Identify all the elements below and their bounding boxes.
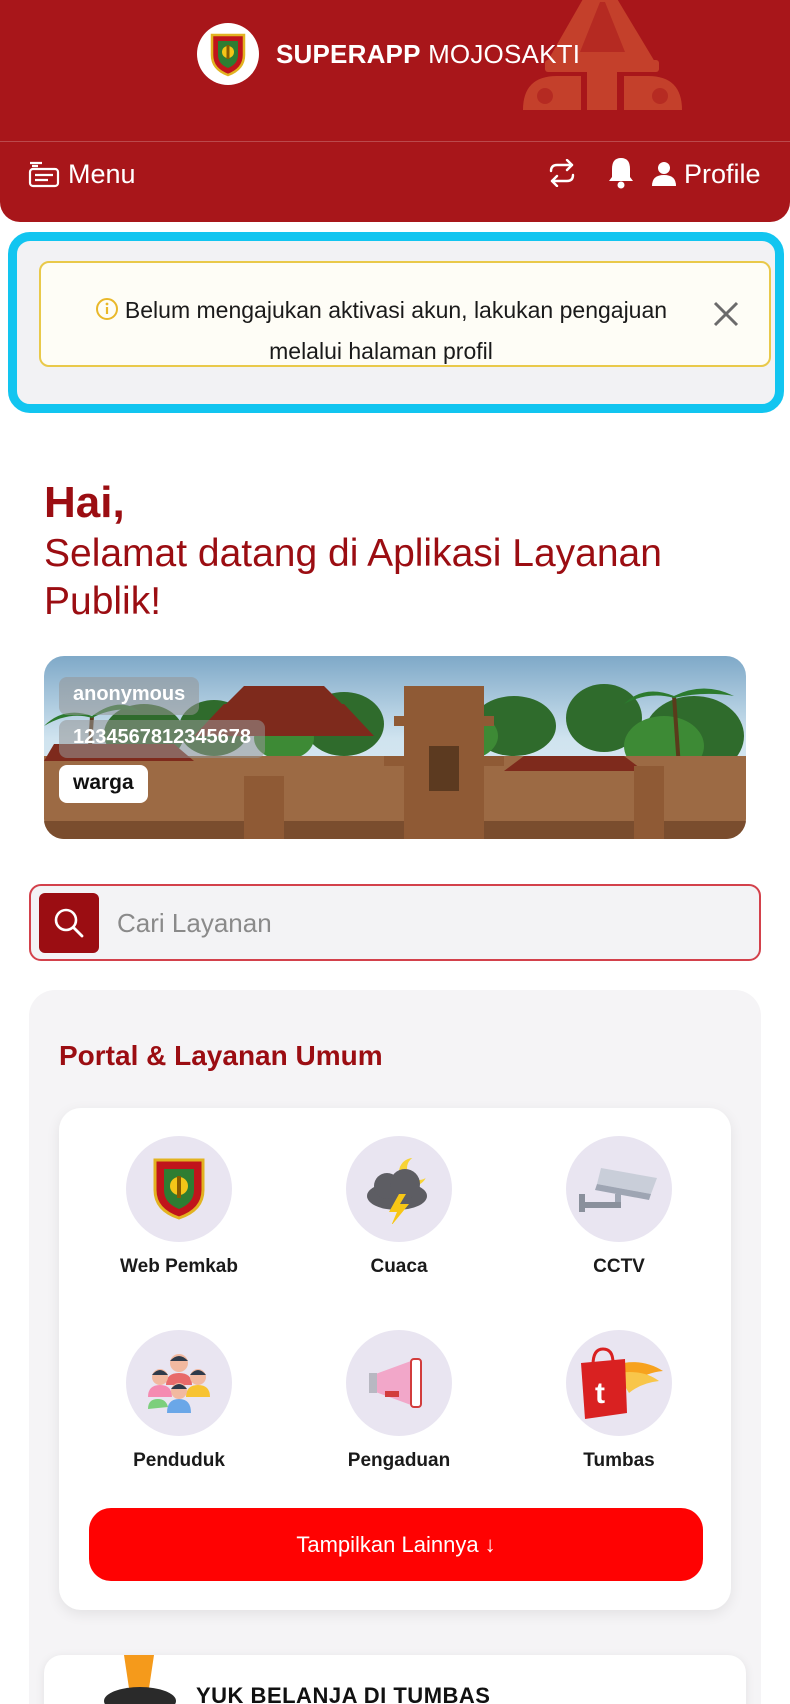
service-label: Penduduk — [133, 1450, 225, 1471]
people-group-icon — [148, 1354, 210, 1413]
bell-icon — [609, 158, 633, 189]
alert-message: Belum mengajukan aktivasi akun, lakukan … — [124, 297, 668, 364]
app-header: SUPERAPP MOJOSAKTI Menu Profile — [0, 0, 790, 222]
app-brand[interactable]: SUPERAPP MOJOSAKTI — [197, 23, 580, 85]
sync-button[interactable] — [545, 156, 579, 190]
government-emblem-icon — [210, 33, 246, 77]
menu-label: Menu — [68, 158, 136, 189]
greeting-title: Hai, — [44, 478, 125, 527]
profile-label: Profile — [684, 158, 761, 189]
service-label: Web Pemkab — [120, 1256, 238, 1277]
alert-message-container: Belum mengajukan aktivasi akun, lakukan … — [71, 291, 691, 370]
weather-icon — [367, 1156, 431, 1224]
app-name-regular: MOJOSAKTI — [428, 38, 581, 69]
service-label: Pengaduan — [347, 1450, 451, 1471]
service-tumbas[interactable]: t Tumbas — [519, 1330, 719, 1472]
service-cuaca[interactable]: Cuaca — [299, 1136, 499, 1278]
service-penduduk[interactable]: Penduduk — [79, 1330, 279, 1472]
profile-button[interactable]: Profile — [652, 154, 761, 194]
alert-highlight: Belum mengajukan aktivasi akun, lakukan … — [8, 232, 784, 413]
user-icon — [652, 162, 676, 186]
show-more-button[interactable]: Tampilkan Lainnya ↓ — [89, 1508, 703, 1581]
service-label: CCTV — [593, 1256, 645, 1277]
search-button[interactable] — [39, 893, 99, 953]
user-nik: 1234567812345678 — [59, 720, 265, 758]
close-icon — [713, 301, 739, 327]
service-icon-circle — [126, 1330, 232, 1436]
service-icon-circle: t — [566, 1330, 672, 1436]
section-title: Portal & Layanan Umum — [59, 1040, 383, 1071]
top-nav: Menu Profile — [0, 142, 790, 222]
service-cctv[interactable]: CCTV — [519, 1136, 719, 1278]
user-banner: anonymous 1234567812345678 warga — [44, 656, 746, 839]
service-label: Tumbas — [583, 1450, 655, 1471]
activation-alert: Belum mengajukan aktivasi akun, lakukan … — [39, 261, 771, 367]
info-icon — [95, 294, 119, 332]
service-pengaduan[interactable]: Pengaduan — [299, 1330, 499, 1472]
megaphone-icon — [369, 1358, 422, 1408]
promo-illustration — [104, 1655, 176, 1704]
service-icon-circle — [346, 1136, 452, 1242]
cctv-camera-icon — [579, 1168, 657, 1212]
service-label: Cuaca — [370, 1256, 428, 1277]
app-logo — [197, 23, 259, 85]
notification-button[interactable] — [605, 154, 637, 190]
app-name-bold: SUPERAPP — [276, 38, 421, 69]
promo-title: YUK BELANJA DI TUMBAS — [196, 1683, 491, 1704]
service-web-pemkab[interactable]: Web Pemkab — [79, 1136, 279, 1278]
menu-button[interactable]: Menu — [28, 154, 136, 194]
search-input[interactable] — [117, 894, 737, 952]
user-role-badge: warga — [59, 765, 148, 803]
portal-section: Portal & Layanan Umum Web Pemkab Cuaca C… — [29, 990, 761, 1704]
greeting-subtitle: Selamat datang di Aplikasi Layanan Publi… — [44, 532, 662, 623]
service-icon-circle — [346, 1330, 452, 1436]
svg-text:t: t — [595, 1377, 605, 1410]
government-emblem-icon — [153, 1158, 205, 1220]
service-search — [29, 884, 761, 961]
shopping-bag-icon: t — [581, 1347, 663, 1419]
close-alert-button[interactable] — [711, 299, 741, 329]
service-icon-circle — [126, 1136, 232, 1242]
services-grid: Web Pemkab Cuaca CCTV Penduduk Pengaduan… — [59, 1108, 731, 1610]
menu-icon — [28, 161, 60, 188]
service-icon-circle — [566, 1136, 672, 1242]
user-name: anonymous — [59, 677, 200, 715]
tumbas-promo-banner[interactable]: YUK BELANJA DI TUMBAS — [44, 1655, 746, 1704]
search-icon — [54, 908, 84, 938]
sync-icon — [549, 159, 575, 187]
